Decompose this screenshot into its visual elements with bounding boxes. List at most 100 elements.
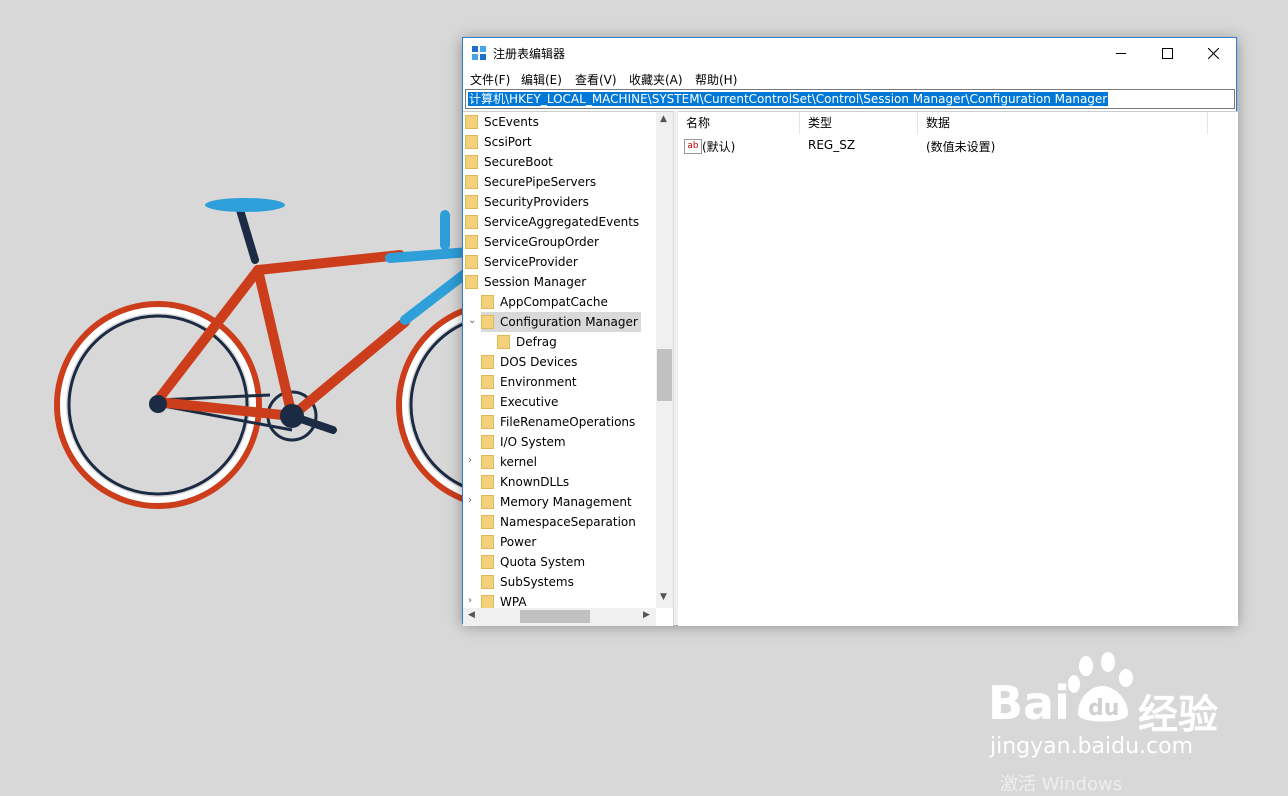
tree-item-label: SubSystems [500,575,574,589]
tree-item[interactable]: Memory Management [481,492,632,512]
tree-item[interactable]: Environment [481,372,577,392]
window-title: 注册表编辑器 [493,47,566,61]
tree-item-label: ServiceAggregatedEvents [484,215,640,229]
tree-item[interactable]: NamespaceSeparation [481,512,636,532]
tree-item-label: ServiceProvider [484,255,578,269]
string-value-icon: ab [684,139,702,154]
tree-horizontal-scrollbar[interactable]: ◀ ▶ [463,608,656,626]
tree-item-label: I/O System [500,435,566,449]
folder-icon [481,435,494,449]
close-button[interactable] [1190,38,1236,68]
minimize-button[interactable] [1098,38,1144,68]
tree-item[interactable]: ScsiPort [465,132,532,152]
address-path: 计算机\HKEY_LOCAL_MACHINE\SYSTEM\CurrentCon… [468,92,1109,106]
maximize-icon [1161,47,1173,59]
tree-item[interactable]: KnownDLLs [481,472,569,492]
menu-view[interactable]: 查看(V) [575,71,617,88]
scroll-down-icon[interactable]: ▼ [660,592,667,602]
tree-item-label: DOS Devices [500,355,578,369]
scroll-left-icon[interactable]: ◀ [468,610,475,620]
value-data: (数值未设置) [926,140,996,154]
tree-item[interactable]: SecurityProviders [465,192,589,212]
maximize-button[interactable] [1144,38,1190,68]
folder-icon [465,115,478,129]
tree-item[interactable]: ScEvents [465,112,539,132]
hscroll-thumb[interactable] [520,610,590,623]
folder-icon [481,455,494,469]
folder-icon [481,415,494,429]
tree-item[interactable]: Executive [481,392,558,412]
scroll-thumb[interactable] [657,349,672,401]
tree-item[interactable]: I/O System [481,432,566,452]
paw-du-text: du [1088,696,1120,721]
tree-item[interactable]: Session Manager [465,272,586,292]
value-type: REG_SZ [808,138,856,152]
tree-item[interactable]: FileRenameOperations [481,412,635,432]
collapsed-chevron-icon[interactable]: › [468,595,472,606]
tree-item[interactable]: ServiceAggregatedEvents [465,212,639,232]
tree-vertical-scrollbar[interactable]: ▲ ▼ [656,112,673,608]
tree-item[interactable]: Quota System [481,552,585,572]
tree-item[interactable]: SubSystems [481,572,574,592]
tree-item[interactable]: ServiceProvider [465,252,578,272]
title-bar[interactable]: 注册表编辑器 [463,38,1236,68]
folder-icon [465,235,478,249]
regedit-icon [472,46,486,60]
minimize-icon [1116,52,1126,54]
tree-item-label: WPA [500,595,527,609]
menu-favorites[interactable]: 收藏夹(A) [629,71,683,88]
folder-icon [465,195,478,209]
tree-item-label: SecurityProviders [484,195,589,209]
menu-bar: 文件(F) 编辑(E) 查看(V) 收藏夹(A) 帮助(H) [463,69,1236,89]
tree-item[interactable]: DOS Devices [481,352,577,372]
tree-item-label: AppCompatCache [500,295,608,309]
menu-file[interactable]: 文件(F) [470,71,510,88]
folder-icon [481,315,494,329]
value-row[interactable]: ab (默认) REG_SZ (数值未设置) [678,112,1238,156]
tree-item-label: Session Manager [484,275,587,289]
scroll-up-icon[interactable]: ▲ [660,114,667,124]
watermark-brand2: 经验 [1138,692,1218,738]
watermark-brand: Bai [988,676,1070,730]
tree-item[interactable]: AppCompatCache [481,292,608,312]
tree-item[interactable]: ServiceGroupOrder [465,232,599,252]
baidu-paw-logo: du [1068,652,1136,724]
folder-icon [481,535,494,549]
folder-icon [481,475,494,489]
tree-item-label: Defrag [516,335,557,349]
folder-icon [481,375,494,389]
tree-item-label: ServiceGroupOrder [484,235,599,249]
registry-tree: ScEvents ScsiPort SecureBoot SecurePipeServ… [463,111,673,626]
address-bar[interactable]: 计算机\HKEY_LOCAL_MACHINE\SYSTEM\CurrentCon… [465,89,1235,109]
folder-icon [497,335,510,349]
tree-item[interactable]: SecureBoot [465,152,553,172]
bicycle-wallpaper [54,198,480,509]
tree-item-label: Quota System [500,555,586,569]
scroll-right-icon[interactable]: ▶ [643,610,650,620]
collapsed-chevron-icon[interactable]: › [468,455,472,466]
tree-item-label: ScsiPort [484,135,532,149]
tree-item-label: SecureBoot [484,155,553,169]
folder-icon [465,135,478,149]
folder-icon [481,515,494,529]
tree-item[interactable]: kernel [481,452,537,472]
menu-help[interactable]: 帮助(H) [695,71,737,88]
tree-item[interactable]: SecurePipeServers [465,172,596,192]
menu-edit[interactable]: 编辑(E) [521,71,562,88]
expanded-chevron-icon[interactable]: ⌄ [468,315,476,326]
tree-item[interactable]: Defrag [497,332,557,352]
folder-icon [465,175,478,189]
folder-icon [465,215,478,229]
tree-item-label: NamespaceSeparation [500,515,636,529]
value-list: 名称 类型 数据 ab (默认) REG_SZ (数值未设置) [678,111,1238,626]
tree-item-label: Environment [500,375,577,389]
registry-editor-window: 注册表编辑器 文件(F) 编辑(E) 查看(V) 收藏夹(A) 帮助(H) 计算… [462,37,1238,626]
collapsed-chevron-icon[interactable]: › [468,495,472,506]
tree-item-label: SecurePipeServers [484,175,597,189]
tree-item-label: Memory Management [500,495,632,509]
tree-item-label: ScEvents [484,115,539,129]
tree-item[interactable]: Configuration Manager [481,312,641,332]
tree-item-label: FileRenameOperations [500,415,636,429]
tree-item[interactable]: Power [481,532,536,552]
activate-windows-text: 激活 Windows [1000,774,1123,795]
